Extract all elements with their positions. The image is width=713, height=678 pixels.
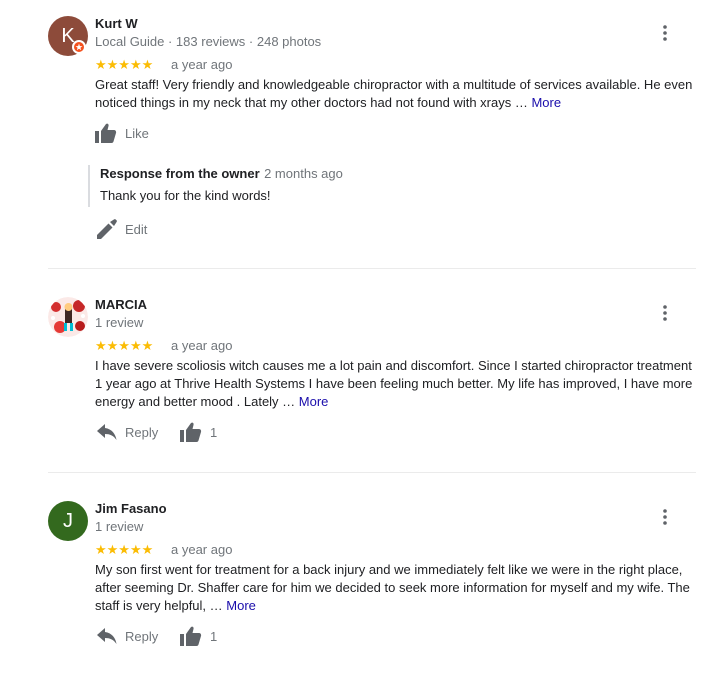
avatar-letter: J — [63, 509, 73, 532]
more-link[interactable]: More — [531, 95, 561, 110]
divider — [48, 268, 696, 269]
owner-response-age: 2 months ago — [264, 166, 343, 181]
review-text: I have severe scoliosis witch causes me … — [95, 357, 701, 411]
avatar-photo-icon — [48, 297, 88, 337]
avatar[interactable] — [48, 297, 88, 337]
reply-icon — [97, 424, 117, 440]
reviewer-meta[interactable]: Local Guide · 183 reviews · 248 photos — [95, 34, 321, 49]
avatar[interactable]: J — [48, 501, 88, 541]
pencil-icon — [97, 219, 117, 239]
reply-label: Reply — [125, 424, 159, 440]
owner-response-title: Response from the owner — [100, 166, 260, 181]
reply-label: Reply — [125, 628, 159, 644]
edit-label: Edit — [125, 221, 148, 237]
like-label: Like — [125, 125, 149, 141]
thumbs-up-icon — [180, 626, 202, 646]
more-options-icon[interactable] — [654, 506, 676, 528]
like-count: 1 — [210, 628, 218, 644]
owner-response-text: Thank you for the kind words! — [100, 188, 271, 203]
reviewer-name[interactable]: Jim Fasano — [95, 501, 167, 516]
review-text-body: Great staff! Very friendly and knowledge… — [95, 77, 693, 110]
reply-button[interactable]: Reply — [97, 628, 158, 644]
reviewer-meta[interactable]: 1 review — [95, 315, 143, 330]
review-text-body: I have severe scoliosis witch causes me … — [95, 358, 693, 409]
thumbs-up-icon — [180, 422, 202, 442]
reviewer-name[interactable]: MARCIA — [95, 297, 147, 312]
review-age: a year ago — [171, 57, 233, 72]
local-guide-badge-icon — [72, 40, 86, 54]
owner-response-header: Response from the owner 2 months ago — [100, 165, 343, 183]
like-button[interactable]: 1 — [180, 626, 217, 646]
more-link[interactable]: More — [226, 598, 256, 613]
edit-button[interactable]: Edit — [97, 219, 147, 239]
like-button[interactable]: Like — [95, 123, 149, 143]
review-age: a year ago — [171, 338, 233, 353]
owner-response: Response from the owner 2 months ago Tha… — [88, 165, 343, 207]
thumbs-up-icon — [95, 123, 117, 143]
star-rating: ★★★★★ — [95, 338, 154, 353]
reviewer-meta[interactable]: 1 review — [95, 519, 143, 534]
like-count: 1 — [210, 424, 218, 440]
review-age: a year ago — [171, 542, 233, 557]
more-options-icon[interactable] — [654, 302, 676, 324]
review-text-body: My son first went for treatment for a ba… — [95, 562, 690, 613]
review-text: Great staff! Very friendly and knowledge… — [95, 76, 701, 112]
star-rating: ★★★★★ — [95, 542, 154, 557]
more-link[interactable]: More — [299, 394, 329, 409]
reply-icon — [97, 628, 117, 644]
star-rating: ★★★★★ — [95, 57, 154, 72]
divider — [48, 472, 696, 473]
review-text: My son first went for treatment for a ba… — [95, 561, 701, 615]
reply-button[interactable]: Reply — [97, 424, 158, 440]
more-options-icon[interactable] — [654, 22, 676, 44]
like-button[interactable]: 1 — [180, 422, 217, 442]
reviewer-name[interactable]: Kurt W — [95, 16, 138, 31]
